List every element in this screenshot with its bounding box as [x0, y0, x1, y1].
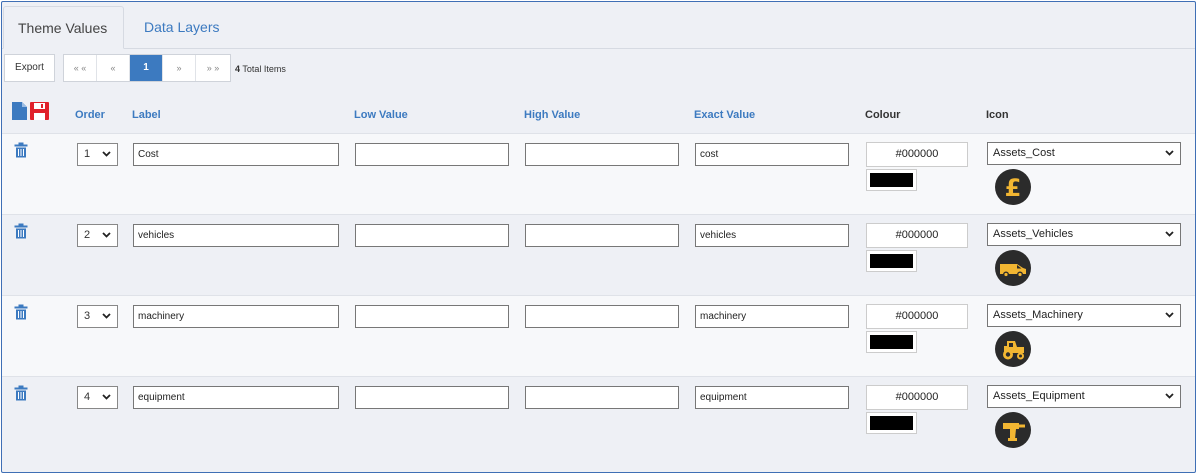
- icon-select-value: Assets_Cost: [993, 147, 1055, 159]
- icon-select[interactable]: Assets_Equipment: [987, 385, 1181, 408]
- table-row: 3 machinery machinery #000000 Assets_Mac…: [2, 295, 1195, 376]
- colour-input[interactable]: #000000: [866, 223, 968, 248]
- label-input[interactable]: Cost: [133, 143, 339, 166]
- colour-swatch: [870, 335, 913, 349]
- trash-icon[interactable]: [14, 223, 28, 239]
- exact-value-input[interactable]: machinery: [695, 305, 849, 328]
- icon-select-value: Assets_Equipment: [993, 390, 1085, 402]
- trash-icon[interactable]: [14, 142, 28, 158]
- order-value: 1: [84, 148, 91, 160]
- chevron-down-icon: [1165, 231, 1174, 237]
- colour-picker[interactable]: [866, 412, 917, 434]
- colour-swatch: [870, 254, 913, 268]
- high-value-input[interactable]: [525, 224, 679, 247]
- low-value-input[interactable]: [355, 386, 509, 409]
- colour-input[interactable]: #000000: [866, 385, 968, 410]
- colour-picker[interactable]: [866, 250, 917, 272]
- colour-input[interactable]: #000000: [866, 304, 968, 329]
- svg-text:£: £: [1005, 174, 1022, 202]
- pager-page-1[interactable]: 1: [130, 55, 163, 81]
- colour-swatch: [870, 416, 913, 430]
- chevron-down-icon: [1165, 312, 1174, 318]
- order-select[interactable]: 2: [77, 224, 118, 247]
- label-input[interactable]: equipment: [133, 386, 339, 409]
- col-header-icon: Icon: [986, 109, 1009, 121]
- col-header-low-value[interactable]: Low Value: [354, 109, 408, 121]
- pager-prev-button[interactable]: «: [97, 55, 130, 81]
- export-button[interactable]: Export: [4, 54, 55, 82]
- tab-bar: Theme Values Data Layers: [2, 2, 1195, 49]
- col-header-label[interactable]: Label: [132, 109, 161, 121]
- colour-picker[interactable]: [866, 331, 917, 353]
- colour-swatch: [870, 173, 913, 187]
- colour-input[interactable]: #000000: [866, 142, 968, 167]
- chevron-down-icon: [1165, 393, 1174, 399]
- van-icon: [995, 250, 1031, 286]
- order-select[interactable]: 3: [77, 305, 118, 328]
- tab-theme-values[interactable]: Theme Values: [3, 6, 124, 49]
- total-label: Total Items: [242, 64, 286, 74]
- theme-editor-panel: Theme Values Data Layers Export « « « 1 …: [1, 1, 1196, 473]
- table-row: 1 Cost cost #000000 Assets_Cost £: [2, 133, 1195, 214]
- high-value-input[interactable]: [525, 386, 679, 409]
- new-file-icon[interactable]: [12, 102, 27, 120]
- total-count: 4: [235, 64, 241, 74]
- icon-select-value: Assets_Vehicles: [993, 228, 1074, 240]
- exact-value-input[interactable]: equipment: [695, 386, 849, 409]
- pager-first-button[interactable]: « «: [64, 55, 97, 81]
- icon-select[interactable]: Assets_Machinery: [987, 304, 1181, 327]
- pagination: « « « 1 » » »: [63, 54, 231, 82]
- order-value: 3: [84, 310, 91, 322]
- icon-select[interactable]: Assets_Vehicles: [987, 223, 1181, 246]
- chevron-down-icon: [102, 394, 111, 400]
- exact-value-input[interactable]: vehicles: [695, 224, 849, 247]
- low-value-input[interactable]: [355, 143, 509, 166]
- high-value-input[interactable]: [525, 305, 679, 328]
- label-input[interactable]: machinery: [133, 305, 339, 328]
- chevron-down-icon: [102, 232, 111, 238]
- low-value-input[interactable]: [355, 224, 509, 247]
- tab-data-layers[interactable]: Data Layers: [130, 6, 233, 48]
- col-header-high-value[interactable]: High Value: [524, 109, 580, 121]
- chevron-down-icon: [102, 313, 111, 319]
- trash-icon[interactable]: [14, 385, 28, 401]
- table-row: 4 equipment equipment #000000 Assets_Equ…: [2, 376, 1195, 457]
- pager-last-button[interactable]: » »: [196, 55, 230, 81]
- high-value-input[interactable]: [525, 143, 679, 166]
- order-value: 4: [84, 391, 91, 403]
- label-input[interactable]: vehicles: [133, 224, 339, 247]
- tractor-icon: [995, 331, 1031, 367]
- pound-icon: £: [995, 169, 1031, 205]
- chevron-down-icon: [1165, 150, 1174, 156]
- drill-icon: [995, 412, 1031, 448]
- order-value: 2: [84, 229, 91, 241]
- col-header-order[interactable]: Order: [75, 109, 105, 121]
- icon-select-value: Assets_Machinery: [993, 309, 1083, 321]
- low-value-input[interactable]: [355, 305, 509, 328]
- col-header-exact-value[interactable]: Exact Value: [694, 109, 755, 121]
- table-row: 2 vehicles vehicles #000000 Assets_Vehic…: [2, 214, 1195, 295]
- exact-value-input[interactable]: cost: [695, 143, 849, 166]
- save-icon[interactable]: [30, 102, 49, 120]
- chevron-down-icon: [102, 151, 111, 157]
- colour-picker[interactable]: [866, 169, 917, 191]
- total-items: 4 Total Items: [235, 64, 286, 74]
- col-header-colour: Colour: [865, 109, 901, 121]
- icon-select[interactable]: Assets_Cost: [987, 142, 1181, 165]
- pager-next-button[interactable]: »: [163, 55, 196, 81]
- trash-icon[interactable]: [14, 304, 28, 320]
- order-select[interactable]: 1: [77, 143, 118, 166]
- order-select[interactable]: 4: [77, 386, 118, 409]
